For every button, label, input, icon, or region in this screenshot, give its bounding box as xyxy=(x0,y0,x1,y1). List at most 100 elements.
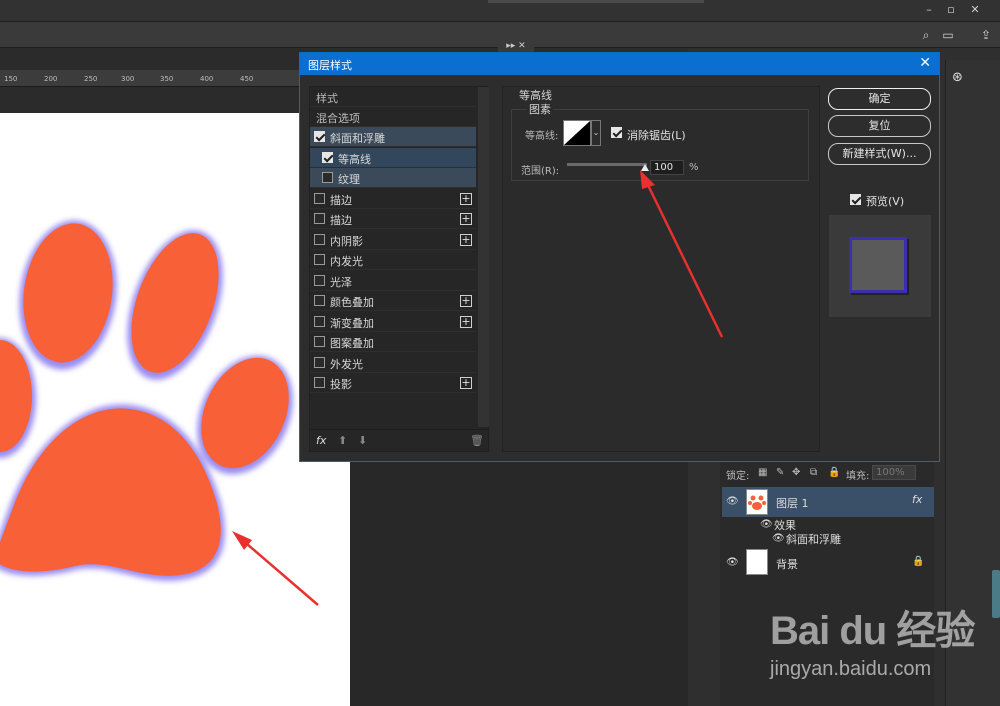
style-item-label: 颜色叠加 xyxy=(330,296,374,309)
eye-icon[interactable]: 👁 xyxy=(760,519,773,530)
add-style-icon[interactable]: + xyxy=(460,315,472,328)
style-item[interactable]: 描边 + xyxy=(310,189,476,209)
style-list-scrollbar[interactable] xyxy=(478,87,489,427)
annotation-arrow-canvas xyxy=(232,531,319,606)
eye-icon[interactable]: 👁 xyxy=(726,557,739,568)
style-item-label: 外发光 xyxy=(330,357,363,371)
close-icon[interactable]: ✕ xyxy=(919,55,931,71)
preview-checkbox[interactable] xyxy=(850,194,861,205)
style-item-label: 描边 xyxy=(330,193,352,207)
dialog-title: 图层样式 xyxy=(308,59,352,72)
chevron-down-icon[interactable]: ⌄ xyxy=(591,120,601,146)
style-checkbox[interactable] xyxy=(314,356,325,368)
style-checkbox[interactable] xyxy=(314,213,325,224)
effect-item-row[interactable]: 👁 斜面和浮雕 xyxy=(722,531,934,547)
eye-icon[interactable]: 👁 xyxy=(726,496,739,507)
elements-title: 图素 xyxy=(527,101,553,117)
contour-picker[interactable] xyxy=(563,120,591,146)
style-list-header-blend[interactable]: 混合选项 xyxy=(310,107,476,127)
collapsed-panel-tab[interactable] xyxy=(992,570,1000,618)
creative-cloud-icon[interactable]: ⊛ xyxy=(952,70,972,86)
paw-print-artwork xyxy=(0,220,319,606)
preview-label: 预览(V) xyxy=(866,195,905,208)
add-style-icon[interactable]: + xyxy=(460,377,472,389)
style-checkbox[interactable] xyxy=(314,315,325,327)
share-icon[interactable]: ⇪ xyxy=(978,27,994,43)
lock-paint-icon[interactable]: ✎ xyxy=(776,467,784,478)
ok-button[interactable]: 确定 xyxy=(828,88,931,110)
style-checkbox[interactable] xyxy=(314,233,325,245)
range-slider-knob[interactable] xyxy=(641,164,649,171)
style-checkbox[interactable] xyxy=(314,254,325,265)
style-checkbox[interactable] xyxy=(314,192,325,204)
layer-row-background[interactable]: 👁 背景 🔒 xyxy=(722,548,934,576)
fx-badge[interactable]: fx xyxy=(912,493,922,506)
style-item[interactable]: 内阴影 + xyxy=(310,230,476,250)
ruler-tick: 150 xyxy=(4,75,18,83)
baidu-watermark: Bai du 经验 jingyan.baidu.com xyxy=(770,598,990,688)
style-item[interactable]: 内发光 xyxy=(310,250,476,270)
style-checkbox[interactable] xyxy=(314,377,325,388)
style-item[interactable]: 图案叠加 xyxy=(310,332,476,352)
style-item[interactable]: 斜面和浮雕 xyxy=(310,127,476,147)
eye-icon[interactable]: 👁 xyxy=(772,533,785,544)
style-item[interactable]: 颜色叠加 + xyxy=(310,291,476,311)
range-slider-track[interactable] xyxy=(567,163,647,166)
preview-toggle[interactable]: 预览(V) xyxy=(848,193,938,209)
add-style-icon[interactable]: + xyxy=(460,213,472,225)
document-canvas[interactable] xyxy=(0,113,350,706)
lock-row: 锁定: ▦ ✎ ✥ ⧉ 🔒 填充: 100% xyxy=(722,463,934,483)
layer-row-layer1[interactable]: 👁 图层 1 fx xyxy=(722,487,934,517)
fx-menu-icon[interactable]: fx xyxy=(316,434,326,447)
style-checkbox[interactable] xyxy=(314,131,325,142)
preview-swatch xyxy=(849,237,907,293)
style-item[interactable]: 投影 + xyxy=(310,373,476,393)
panel-collapse-control[interactable]: ▸▸ ✕ xyxy=(498,40,534,52)
style-item[interactable]: 外发光 xyxy=(310,353,476,373)
layer-name[interactable]: 背景 xyxy=(776,556,798,572)
style-list: 样式 混合选项 fx ⬆ ⬇ 🗑 斜面和浮雕 等高线 纹理 描边 + 描边 + 内阴影 + 内发光… xyxy=(309,86,489,452)
lock-all-icon[interactable]: 🔒 xyxy=(828,467,840,478)
style-checkbox[interactable] xyxy=(314,336,325,347)
frame-icon[interactable]: ▭ xyxy=(940,27,956,43)
move-down-icon[interactable]: ⬇ xyxy=(358,434,367,447)
style-item-label: 等高线 xyxy=(338,152,371,166)
lock-artboard-icon[interactable]: ⧉ xyxy=(810,467,817,478)
style-list-header-styles[interactable]: 样式 xyxy=(310,87,476,107)
restore-icon[interactable]: ▫ xyxy=(942,2,960,18)
fill-input[interactable]: 100% xyxy=(872,465,916,480)
style-item[interactable]: 光泽 xyxy=(310,271,476,291)
new-style-button[interactable]: 新建样式(W)... xyxy=(828,143,931,165)
search-icon[interactable]: ⌕ xyxy=(918,27,934,43)
minimize-icon[interactable]: – xyxy=(920,2,938,18)
style-checkbox[interactable] xyxy=(314,295,325,306)
close-window-icon[interactable]: ✕ xyxy=(966,2,984,18)
style-preview xyxy=(829,215,931,317)
style-item[interactable]: 纹理 xyxy=(310,168,476,188)
range-input[interactable]: 100 xyxy=(650,160,684,175)
lock-icon: 🔒 xyxy=(912,556,925,567)
style-item[interactable]: 等高线 xyxy=(310,147,476,168)
paw-body xyxy=(0,223,289,576)
style-item-label: 图案叠加 xyxy=(330,337,374,350)
style-item[interactable]: 描边 + xyxy=(310,209,476,229)
add-style-icon[interactable]: + xyxy=(460,233,472,246)
style-checkbox[interactable] xyxy=(322,172,333,183)
paw-thumb-icon xyxy=(748,495,766,510)
lock-pixels-icon[interactable]: ▦ xyxy=(758,467,767,478)
style-checkbox[interactable] xyxy=(322,151,333,163)
add-style-icon[interactable]: + xyxy=(460,192,472,205)
watermark-url: jingyan.baidu.com xyxy=(770,658,932,680)
reset-button[interactable]: 复位 xyxy=(828,115,931,137)
move-up-icon[interactable]: ⬆ xyxy=(338,434,347,447)
add-style-icon[interactable]: + xyxy=(460,295,472,307)
lock-label: 锁定: xyxy=(726,471,750,482)
antialias-checkbox[interactable] xyxy=(611,127,622,138)
style-item[interactable]: 渐变叠加 + xyxy=(310,312,476,332)
dialog-title-bar[interactable]: 图层样式 ✕ xyxy=(300,53,939,75)
lock-move-icon[interactable]: ✥ xyxy=(792,467,800,478)
trash-icon[interactable]: 🗑 xyxy=(470,434,484,447)
layer-name[interactable]: 图层 1 xyxy=(776,495,809,511)
style-checkbox[interactable] xyxy=(314,274,325,286)
style-item-label: 渐变叠加 xyxy=(330,316,374,330)
